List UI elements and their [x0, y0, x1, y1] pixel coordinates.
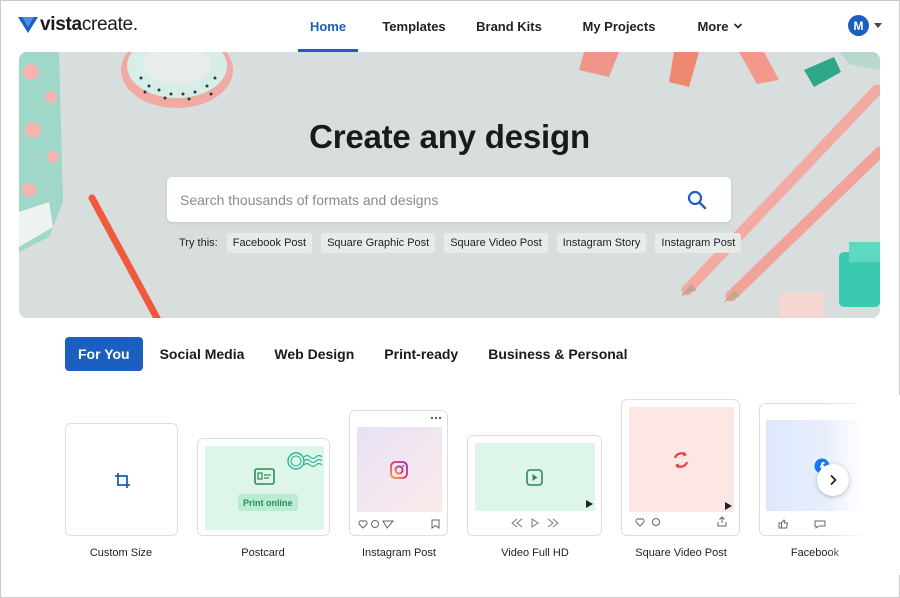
format-label: Facebook [790, 547, 840, 559]
instagram-preview [357, 427, 442, 512]
format-label: Instagram Post [362, 547, 436, 559]
suggestion-chip[interactable]: Instagram Post [655, 233, 742, 253]
nav-templates[interactable]: Templates [358, 0, 470, 52]
search-input[interactable] [180, 177, 660, 222]
format-label: Custom Size [89, 547, 153, 559]
search-icon[interactable] [687, 190, 707, 210]
try-this-label: Try this: [179, 237, 218, 249]
bookmark-icon [431, 519, 440, 529]
nav-more[interactable]: More [685, 0, 755, 52]
square-video-preview [629, 407, 734, 512]
avatar[interactable]: M [848, 15, 869, 36]
postcard-icon [254, 468, 275, 485]
tab-business-personal[interactable]: Business & Personal [488, 337, 627, 371]
logo-text: vistacreate. [40, 14, 138, 35]
crop-icon [115, 473, 130, 488]
format-card-custom-size[interactable] [65, 423, 178, 536]
suggestion-chip[interactable]: Square Video Post [444, 233, 548, 253]
format-card-facebook[interactable] [759, 403, 869, 536]
nav-my-projects[interactable]: My Projects [560, 0, 678, 52]
format-label: Square Video Post [635, 547, 727, 559]
search-suggestions: Try this: Facebook Post Square Graphic P… [179, 233, 750, 253]
play-icon [526, 469, 543, 486]
play-indicator-icon [586, 500, 593, 508]
main-nav: Home Templates Brand Kits My Projects Mo… [298, 0, 755, 52]
tab-print-ready[interactable]: Print-ready [384, 337, 458, 371]
chevron-right-icon [830, 474, 837, 486]
instagram-icon [390, 461, 408, 479]
nav-home[interactable]: Home [298, 0, 358, 52]
facebook-preview [766, 420, 863, 511]
share-icon [717, 516, 727, 527]
video-controls-icon [511, 518, 559, 528]
format-card-postcard[interactable]: Print online [197, 438, 330, 536]
caret-down-icon [874, 23, 882, 28]
hero-banner: Create any design Try this: Facebook Pos… [19, 52, 880, 318]
top-navigation-bar: vistacreate. Home Templates Brand Kits M… [0, 0, 900, 52]
nav-brand-kits[interactable]: Brand Kits [475, 0, 543, 52]
chevron-down-icon [733, 23, 742, 29]
vistacreate-logo[interactable]: vistacreate. [18, 14, 138, 36]
postcard-preview: Print online [205, 446, 324, 530]
format-label: Postcard [241, 547, 285, 559]
format-card-square-video-post[interactable] [621, 399, 740, 536]
suggestion-chip[interactable]: Square Graphic Post [321, 233, 436, 253]
print-online-badge: Print online [238, 494, 298, 511]
stamp-icon [287, 452, 323, 470]
logo-mark-icon [18, 17, 38, 33]
format-card-instagram-post[interactable] [349, 410, 448, 536]
account-menu[interactable]: M [848, 15, 882, 36]
hero-title: Create any design [309, 118, 590, 155]
post-actions-icon [358, 520, 395, 529]
tab-web-design[interactable]: Web Design [274, 337, 354, 371]
more-options-icon[interactable] [430, 416, 442, 420]
format-card-video-full-hd[interactable] [467, 435, 602, 536]
carousel-next-button[interactable] [817, 464, 849, 496]
video-preview [475, 443, 595, 511]
tab-social-media[interactable]: Social Media [160, 337, 245, 371]
format-label: Video Full HD [501, 547, 569, 559]
suggestion-chip[interactable]: Facebook Post [226, 233, 313, 253]
tab-for-you[interactable]: For You [65, 337, 143, 371]
suggestion-chip[interactable]: Instagram Story [556, 233, 647, 253]
post-actions-icon [778, 519, 826, 529]
template-search-box [167, 177, 731, 222]
refresh-icon [673, 451, 689, 469]
category-tabs: For You Social Media Web Design Print-re… [65, 337, 657, 371]
post-actions-icon [635, 518, 660, 527]
play-indicator-icon [725, 502, 732, 510]
